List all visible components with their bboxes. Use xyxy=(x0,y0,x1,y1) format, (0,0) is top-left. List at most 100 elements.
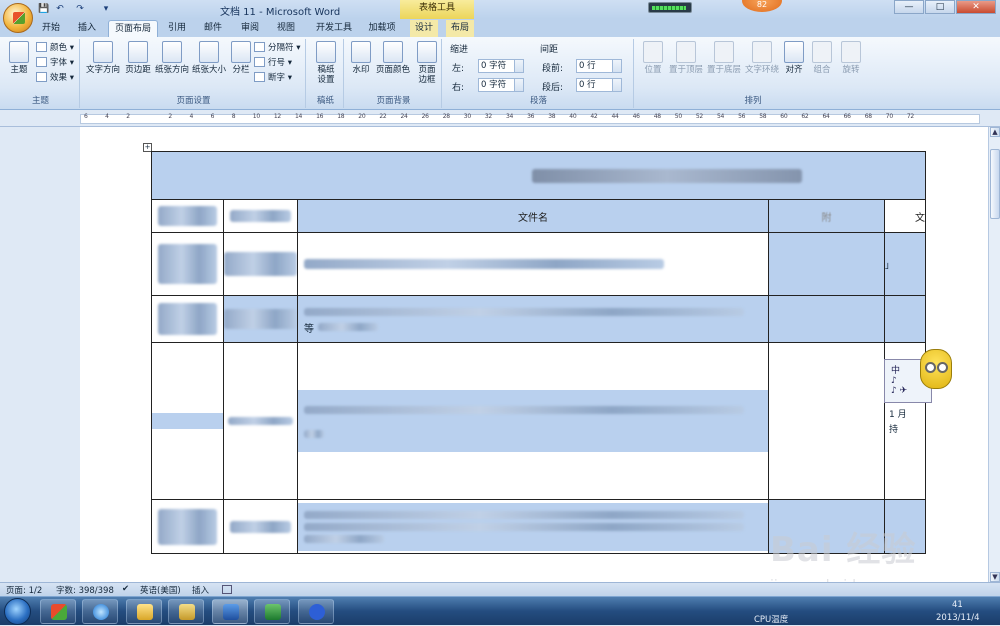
table-cell[interactable]: 」 xyxy=(883,232,927,296)
taskbar-app-explorer[interactable] xyxy=(168,599,204,624)
save-icon[interactable]: 💾 xyxy=(38,3,50,15)
table-cell[interactable] xyxy=(151,199,224,233)
hyphenation-button[interactable]: 断字 ▾ xyxy=(254,71,292,83)
tab-layout[interactable]: 布局 xyxy=(446,20,474,37)
manuscript-settings-button[interactable]: 稿纸 设置 xyxy=(310,41,342,85)
clock-time[interactable]: 41 xyxy=(952,600,963,610)
scroll-up-button[interactable]: ▲ xyxy=(990,127,1000,137)
page-color-button[interactable]: 页面颜色 xyxy=(374,41,412,75)
columns-button[interactable]: 分栏 xyxy=(228,41,254,75)
ruler-tick-label: 52 xyxy=(695,113,703,120)
table-cell[interactable] xyxy=(151,295,224,343)
taskbar-app-windows[interactable] xyxy=(40,599,76,624)
blurred-text xyxy=(158,303,217,335)
customize-toolbar-icon[interactable]: ▾ xyxy=(100,3,112,15)
tab-review[interactable]: 审阅 xyxy=(236,20,264,37)
size-button[interactable]: 纸张大小 xyxy=(190,41,228,75)
scroll-down-button[interactable]: ▼ xyxy=(990,572,1000,582)
indent-right-spinner[interactable]: 0 字符 xyxy=(478,78,524,92)
scroll-thumb[interactable] xyxy=(990,149,1000,219)
margins-button[interactable]: 页边距 xyxy=(122,41,154,75)
manuscript-label-line2: 设置 xyxy=(317,75,335,85)
tab-references[interactable]: 引用 xyxy=(163,20,191,37)
taskbar-app-baidu[interactable] xyxy=(298,599,334,624)
table-cell[interactable] xyxy=(223,199,298,233)
theme-effects-button[interactable]: 效果 ▾ xyxy=(36,71,74,83)
table-cell[interactable] xyxy=(768,232,885,296)
undo-icon[interactable]: ↶ xyxy=(54,3,66,15)
theme-colors-button[interactable]: 颜色 ▾ xyxy=(36,41,74,53)
ruler-tick-label: 22 xyxy=(379,113,387,120)
table-cell[interactable] xyxy=(768,499,885,554)
taskbar-app-ie[interactable] xyxy=(82,599,118,624)
table-cell[interactable] xyxy=(151,342,224,500)
table-cell[interactable] xyxy=(223,499,298,554)
bring-to-front-button[interactable]: 置于顶层 xyxy=(668,41,704,75)
word-count[interactable]: 字数: 398/398 xyxy=(56,584,114,596)
tab-page-layout[interactable]: 页面布局 xyxy=(108,20,158,37)
table-cell[interactable] xyxy=(151,499,224,554)
vertical-scrollbar[interactable]: ▲ ▼ xyxy=(988,127,1000,582)
rotate-button[interactable]: 旋转 xyxy=(838,41,864,75)
space-before-spinner[interactable]: 0 行 xyxy=(576,59,622,73)
send-to-back-button[interactable]: 置于底层 xyxy=(706,41,742,75)
macro-record-icon[interactable] xyxy=(222,585,232,594)
table-cell[interactable] xyxy=(223,342,298,500)
space-after-spinner[interactable]: 0 行 xyxy=(576,78,622,92)
table-cell[interactable] xyxy=(883,499,927,554)
language[interactable]: 英语(美国) xyxy=(140,584,181,596)
clock-date[interactable]: 2013/11/4 xyxy=(936,613,980,623)
theme-fonts-button[interactable]: 字体 ▾ xyxy=(36,56,74,68)
table-cell[interactable] xyxy=(768,342,885,500)
table-cell[interactable] xyxy=(768,295,885,343)
space-before-value: 0 行 xyxy=(579,61,596,71)
ruler-tick-label: 24 xyxy=(400,113,408,120)
watermark-button[interactable]: 水印 xyxy=(348,41,374,75)
redo-icon[interactable]: ↷ xyxy=(74,3,86,15)
tab-addins[interactable]: 加载项 xyxy=(364,20,400,37)
office-button[interactable] xyxy=(3,3,33,33)
maximize-button[interactable]: □ xyxy=(925,0,955,14)
tab-view[interactable]: 视图 xyxy=(272,20,300,37)
text-direction-button[interactable]: 文字方向 xyxy=(84,41,122,75)
breaks-button[interactable]: 分隔符 ▾ xyxy=(254,41,300,53)
start-button[interactable] xyxy=(4,598,31,625)
page-count[interactable]: 页面: 1/2 xyxy=(6,584,42,596)
indent-left-spinner[interactable]: 0 字符 xyxy=(478,59,524,73)
table-cell[interactable] xyxy=(883,295,927,343)
header-col5-cell[interactable]: 文 xyxy=(883,199,927,233)
tab-developer[interactable]: 开发工具 xyxy=(310,20,358,37)
tab-home[interactable]: 开始 xyxy=(36,20,66,37)
document-table[interactable]: 文件名 附 文 」 等 1 月 持 xyxy=(150,151,927,554)
table-cell[interactable] xyxy=(297,232,769,296)
table-cell[interactable] xyxy=(223,295,298,343)
themes-button[interactable]: 主题 xyxy=(4,41,34,75)
page-borders-button[interactable]: 页面 边框 xyxy=(414,41,440,85)
header-filename-cell[interactable]: 文件名 xyxy=(297,199,769,233)
tab-mailings[interactable]: 邮件 xyxy=(199,20,227,37)
line-numbers-button[interactable]: 行号 ▾ xyxy=(254,56,292,68)
header-attachment-cell[interactable]: 附 xyxy=(768,199,885,233)
taskbar-app-word[interactable] xyxy=(212,599,248,624)
table-cell[interactable]: 等 xyxy=(297,295,769,343)
table-cell[interactable] xyxy=(297,342,769,500)
align-button[interactable]: 对齐 xyxy=(782,41,806,75)
text-wrap-button[interactable]: 文字环绕 xyxy=(742,41,782,75)
spelling-icon[interactable]: ✔ xyxy=(122,584,129,594)
close-button[interactable]: ✕ xyxy=(956,0,996,14)
horizontal-ruler[interactable]: 6 4 2 2 4 6 8 10 12 14 16 18 20 22 24 26 28 30 32 34 36 38 40 4… xyxy=(0,111,1000,127)
table-cell[interactable] xyxy=(151,232,224,296)
tab-design[interactable]: 设计 xyxy=(410,20,438,37)
tab-insert[interactable]: 插入 xyxy=(72,20,102,37)
insert-mode[interactable]: 插入 xyxy=(192,584,209,596)
taskbar-app-folder[interactable] xyxy=(126,599,162,624)
group-objects-button[interactable]: 组合 xyxy=(808,41,836,75)
table-title-cell[interactable] xyxy=(150,151,927,200)
orientation-button[interactable]: 纸张方向 xyxy=(154,41,190,75)
table-cell[interactable] xyxy=(223,232,298,296)
position-button[interactable]: 位置 xyxy=(638,41,668,75)
table-cell[interactable] xyxy=(297,499,769,554)
minimize-button[interactable]: — xyxy=(894,0,924,14)
taskbar-app-excel[interactable] xyxy=(254,599,290,624)
floating-sticker[interactable]: 中 ♪ ♪ ✈ xyxy=(884,349,956,405)
